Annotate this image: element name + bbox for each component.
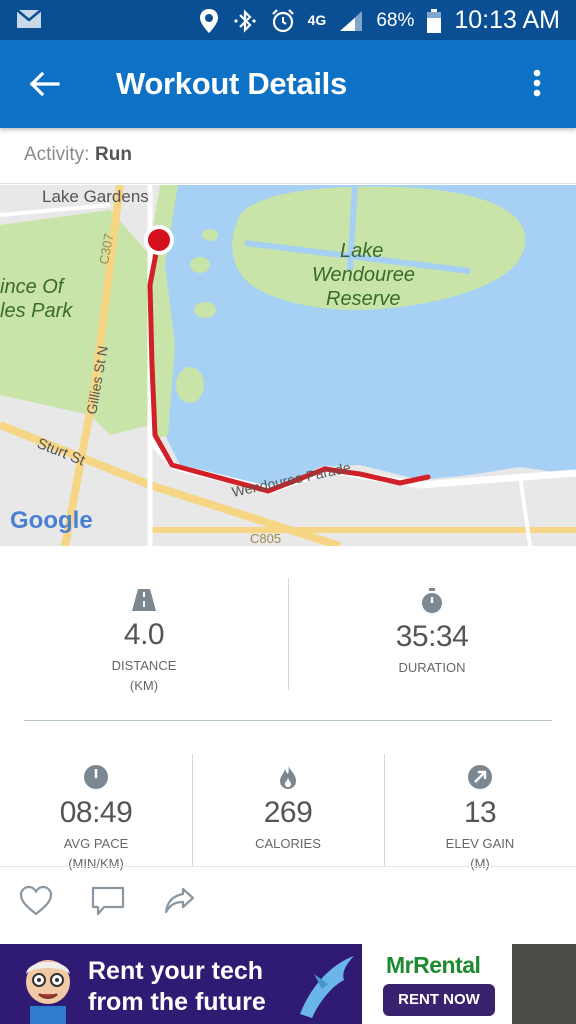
- ad-side-panel: [512, 944, 576, 1024]
- status-right: 4G 68% 10:13 AM: [198, 6, 560, 35]
- map-canvas[interactable]: Lake Gardens C307 ince Of les Park Gilli…: [0, 185, 576, 546]
- comment-icon: [91, 886, 125, 916]
- route-map[interactable]: Lake Gardens C307 ince Of les Park Gilli…: [0, 185, 576, 546]
- alarm-icon: [271, 8, 294, 32]
- map-label-lake-3: Reserve: [326, 288, 400, 310]
- battery-icon: [427, 8, 442, 33]
- elev-gain-label: ELEV GAIN: [445, 836, 515, 851]
- battery-percent: 68%: [376, 9, 415, 31]
- activity-value: Run: [95, 144, 132, 165]
- map-island: [176, 367, 204, 403]
- more-vert-icon: [533, 69, 541, 97]
- status-left: [16, 8, 42, 35]
- stat-avg-pace: 08:49 AVG PACE (MIN/KM): [0, 764, 192, 874]
- distance-value: 4.0: [123, 618, 165, 651]
- flame-icon: [280, 765, 296, 789]
- overflow-menu-button[interactable]: [522, 66, 552, 102]
- map-island: [202, 229, 218, 241]
- stopwatch-icon: [422, 588, 442, 613]
- ad-headline: Rent your tech from the future: [88, 956, 266, 1018]
- map-island: [194, 302, 216, 318]
- ad-banner[interactable]: Rent your tech from the future MrRental …: [0, 944, 512, 1024]
- elev-gain-value: 13: [463, 796, 497, 829]
- share-button[interactable]: [162, 885, 198, 917]
- bluetooth-icon: [234, 8, 256, 33]
- ad-brand-panel: MrRental RENT NOW: [362, 944, 512, 1024]
- stat-divider: [288, 578, 289, 690]
- location-icon: [199, 8, 218, 33]
- speedometer-icon: [84, 765, 108, 789]
- calories-label: CALORIES: [255, 836, 321, 851]
- duration-value: 35:34: [395, 620, 469, 653]
- back-button[interactable]: [26, 66, 66, 102]
- mascot-icon: [26, 960, 70, 1024]
- map-label-lake-gardens: Lake Gardens: [42, 187, 149, 206]
- heart-icon: [19, 885, 53, 916]
- network-type: 4G: [307, 12, 327, 28]
- stat-calories: 269 CALORIES: [192, 764, 384, 854]
- google-logo: Google: [10, 507, 93, 534]
- calories-value: 269: [263, 796, 313, 829]
- stat-elev-gain: 13 ELEV GAIN (M): [384, 764, 576, 874]
- ad-headline-line-2: from the future: [88, 988, 266, 1016]
- arrow-up-right-icon: [468, 765, 492, 789]
- activity-label: Activity:: [24, 144, 90, 165]
- distance-label: DISTANCE: [111, 658, 177, 673]
- map-island: [190, 257, 210, 273]
- page-title: Workout Details: [116, 66, 347, 101]
- ad-brand: MrRental: [386, 952, 481, 978]
- distance-unit: (KM): [129, 678, 159, 693]
- map-label-park-1: ince Of: [0, 276, 66, 298]
- stat-duration: 35:34 DURATION: [332, 588, 532, 678]
- like-button[interactable]: [18, 885, 54, 917]
- share-icon: [164, 887, 195, 914]
- stat-distance: 4.0 DISTANCE (KM): [44, 588, 244, 696]
- action-bar: [0, 866, 576, 932]
- map-label-park-2: les Park: [0, 300, 73, 322]
- arrow-left-icon: [29, 71, 60, 97]
- signal-icon: [340, 10, 363, 31]
- section-divider: [24, 720, 552, 721]
- route-start-dot: [148, 229, 170, 251]
- clock: 10:13 AM: [454, 6, 560, 34]
- activity-row: Activity: Run: [0, 128, 576, 184]
- map-label-c805: C805: [250, 531, 281, 546]
- avg-pace-label: AVG PACE: [63, 836, 129, 851]
- road-icon: [132, 589, 156, 611]
- app-bar: Workout Details: [0, 40, 576, 128]
- map-label-lake-1: Lake: [340, 240, 383, 262]
- status-bar: 4G 68% 10:13 AM: [0, 0, 576, 40]
- duration-label: DURATION: [398, 660, 466, 675]
- mail-icon: [16, 9, 42, 28]
- ad-cta-button[interactable]: RENT NOW: [383, 984, 495, 1016]
- dolphin-icon: [300, 956, 354, 1018]
- avg-pace-value: 08:49: [59, 796, 133, 829]
- ad-headline-line-1: Rent your tech: [88, 957, 264, 985]
- map-label-lake-2: Wendouree: [312, 264, 415, 286]
- comment-button[interactable]: [90, 885, 126, 917]
